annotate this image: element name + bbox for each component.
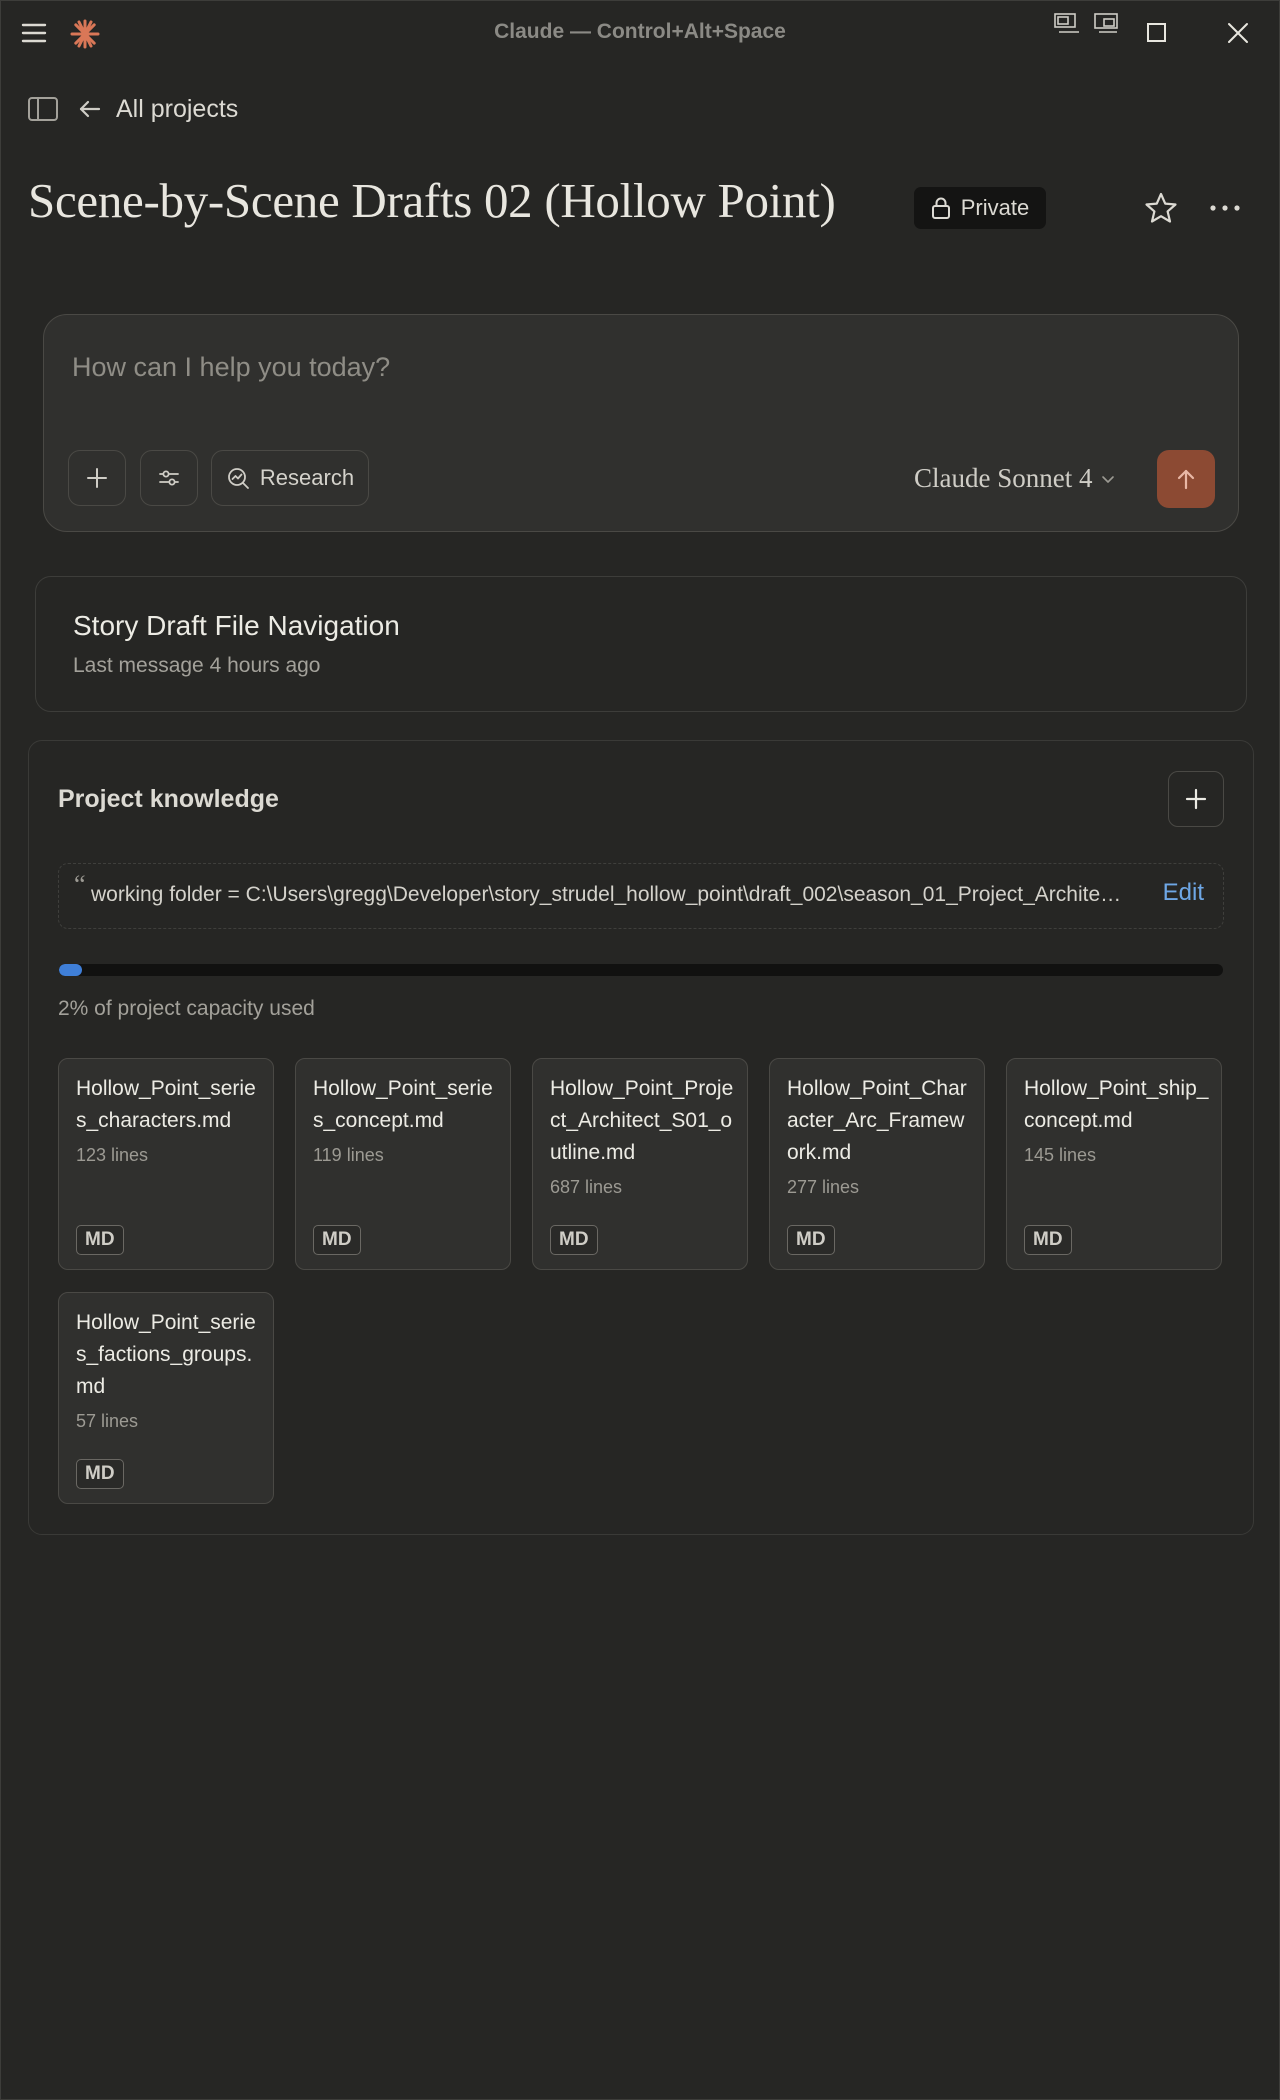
file-line-count: 145 lines (1024, 1145, 1097, 1165)
project-instructions-text: working folder = C:\Users\gregg\Develope… (91, 883, 1131, 906)
file-name: Hollow_Point_series_characters.md (76, 1077, 256, 1132)
close-icon[interactable] (1225, 20, 1251, 46)
file-type-badge: MD (787, 1225, 835, 1255)
conversation-card[interactable]: Story Draft File Navigation Last message… (35, 576, 1247, 712)
send-button[interactable] (1157, 450, 1215, 508)
all-projects-label: All projects (116, 94, 239, 123)
file-line-count: 687 lines (550, 1177, 623, 1197)
knowledge-file-card[interactable]: Hollow_Point_series_characters.md 123 lin… (58, 1058, 274, 1270)
quote-mark: “ (74, 870, 86, 899)
plus-icon (87, 468, 107, 488)
project-knowledge-title: Project knowledge (58, 785, 279, 813)
maximize-icon[interactable] (1145, 21, 1169, 45)
window-title: Claude — Control+Alt+Space (494, 20, 786, 43)
file-line-count: 119 lines (313, 1145, 384, 1165)
knowledge-file-card[interactable]: Hollow_Point_Project_Architect_S01_outli… (532, 1058, 748, 1270)
all-projects-link[interactable]: All projects (78, 91, 238, 127)
file-line-count: 277 lines (787, 1177, 860, 1197)
conversation-timestamp: Last message 4 hours ago (73, 654, 321, 677)
project-instructions: “ working folder = C:\Users\gregg\Develo… (58, 863, 1224, 929)
file-type-badge: MD (550, 1225, 598, 1255)
file-name: Hollow_Point_series_factions_groups.md (76, 1311, 256, 1398)
private-label: Private (960, 195, 1030, 220)
mini-window-icon[interactable] (1053, 11, 1081, 35)
file-type-badge: MD (76, 1225, 124, 1255)
model-name: Claude Sonnet 4 (914, 463, 1093, 493)
model-selector[interactable]: Claude Sonnet 4 (914, 463, 1116, 494)
file-name: Hollow_Point_series_concept.md (313, 1077, 493, 1132)
research-button[interactable]: Research (211, 450, 369, 506)
conversation-title: Story Draft File Navigation (73, 610, 400, 641)
chat-composer: Research Claude Sonnet 4 (43, 314, 1239, 532)
add-knowledge-button[interactable] (1168, 771, 1224, 827)
arrow-left-icon (79, 100, 101, 118)
private-badge[interactable]: Private (914, 187, 1046, 229)
star-icon[interactable] (1143, 190, 1179, 226)
plus-icon (1185, 788, 1207, 810)
file-line-count: 57 lines (76, 1411, 139, 1431)
file-name: Hollow_Point_Project_Architect_S01_outli… (550, 1077, 734, 1164)
arrow-up-icon (1177, 469, 1195, 490)
edit-instructions-link[interactable]: Edit (1163, 879, 1204, 907)
knowledge-file-card[interactable]: Hollow_Point_ship_concept.md 145 lines MD (1006, 1058, 1222, 1270)
file-name: Hollow_Point_Character_Arc_Framework.md (787, 1077, 967, 1164)
sliders-icon (159, 470, 179, 486)
file-name: Hollow_Point_ship_concept.md (1024, 1077, 1209, 1132)
project-title: Scene-by-Scene Drafts 02 (Hollow Point) (28, 173, 836, 228)
file-type-badge: MD (313, 1225, 361, 1255)
title-bar: Claude — Control+Alt+Space (0, 0, 1280, 64)
tools-button[interactable] (140, 450, 198, 506)
lock-icon (931, 197, 950, 219)
more-options-icon[interactable] (1206, 190, 1244, 226)
capacity-text: 2% of project capacity used (58, 997, 315, 1020)
knowledge-file-card[interactable]: Hollow_Point_series_concept.md 119 lines M… (295, 1058, 511, 1270)
sidebar-toggle-icon[interactable] (27, 95, 59, 123)
knowledge-file-card[interactable]: Hollow_Point_series_factions_groups.md 57… (58, 1292, 274, 1504)
knowledge-file-card[interactable]: Hollow_Point_Character_Arc_Framework.md 2… (769, 1058, 985, 1270)
capacity-progress-fill (59, 964, 83, 976)
file-type-badge: MD (1024, 1225, 1072, 1255)
research-icon (228, 468, 249, 489)
file-line-count: 123 lines (76, 1145, 149, 1165)
add-content-button[interactable] (68, 450, 126, 506)
dock-window-icon[interactable] (1093, 11, 1121, 35)
file-type-badge: MD (76, 1459, 124, 1489)
project-knowledge-panel: Project knowledge “ working folder = C:\… (28, 740, 1254, 1535)
chat-input[interactable] (70, 341, 1174, 393)
capacity-progress-bar (59, 964, 1223, 976)
research-label: Research (259, 465, 355, 490)
chevron-down-icon (1102, 475, 1115, 483)
